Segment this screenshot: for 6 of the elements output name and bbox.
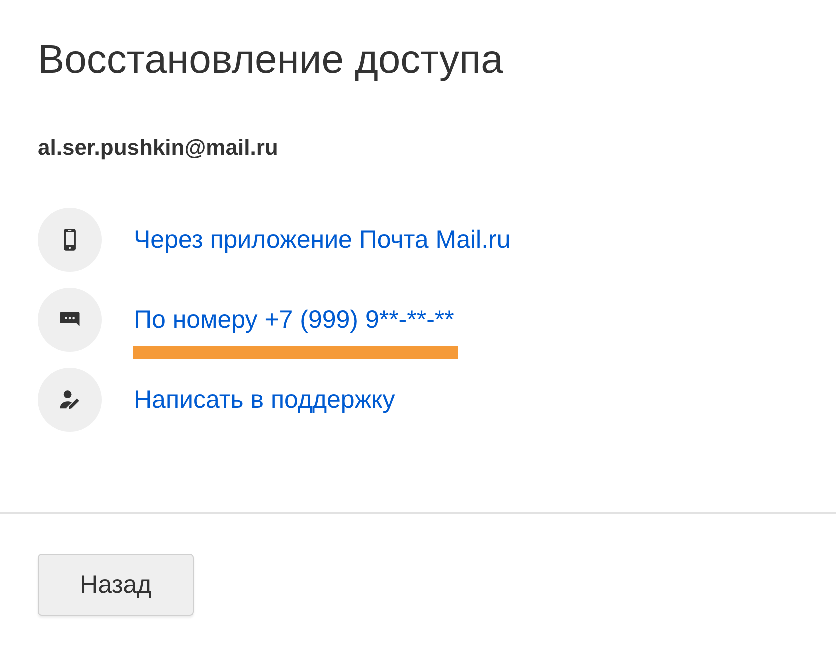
page-title: Восстановление доступа xyxy=(38,37,504,84)
option-link[interactable]: Написать в поддержку xyxy=(134,385,396,415)
account-email: al.ser.pushkin@mail.ru xyxy=(38,134,280,162)
option-link[interactable]: По номеру +7 (999) 9**-**-** xyxy=(134,305,454,335)
back-button[interactable]: Назад xyxy=(38,554,194,616)
option-link[interactable]: Через приложение Почта Mail.ru xyxy=(134,225,511,255)
